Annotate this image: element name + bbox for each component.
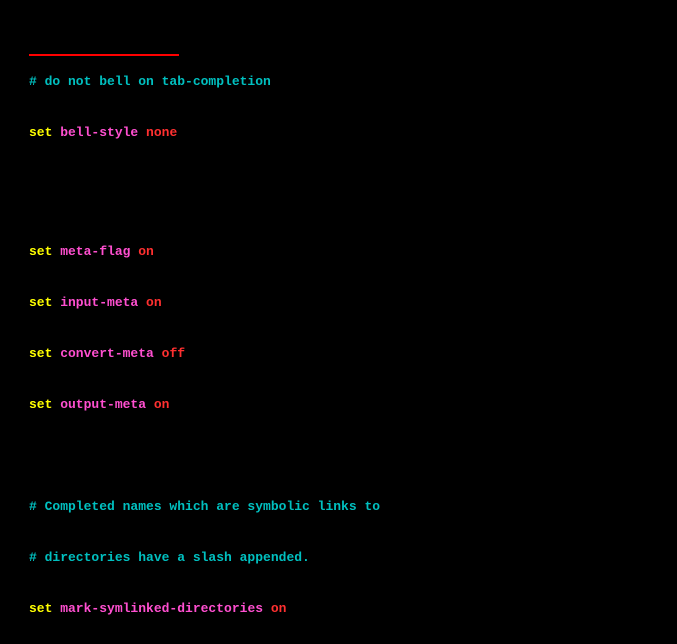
comment: # directories have a slash appended. xyxy=(29,550,310,565)
code-line: # directories have a slash appended. xyxy=(29,549,677,566)
keyword-set: set xyxy=(29,295,52,310)
value-on: on xyxy=(271,601,287,616)
comment: # Completed names which are symbolic lin… xyxy=(29,499,380,514)
keyword-set: set xyxy=(29,397,52,412)
option: input-meta xyxy=(52,295,138,310)
blank-line xyxy=(29,447,677,464)
comment: # do not bell on tab-completion xyxy=(29,74,271,89)
option: convert-meta xyxy=(52,346,153,361)
option: mark-symlinked-directories xyxy=(52,601,263,616)
code-line: # do not bell on tab-completion xyxy=(29,73,677,90)
blank-line xyxy=(29,192,677,209)
keyword-set: set xyxy=(29,125,52,140)
value-on: on xyxy=(154,397,170,412)
keyword-set: set xyxy=(29,346,52,361)
keyword-set: set xyxy=(29,244,52,259)
code-line: set bell-style none xyxy=(29,124,677,141)
code-line: set convert-meta off xyxy=(29,345,677,362)
value-off: off xyxy=(162,346,185,361)
option: bell-style xyxy=(52,125,138,140)
underline-highlight xyxy=(29,54,179,56)
option: meta-flag xyxy=(52,244,130,259)
code-line: set meta-flag on xyxy=(29,243,677,260)
value-on: on xyxy=(146,295,162,310)
code-line: set mark-symlinked-directories on xyxy=(29,600,677,617)
code-line: set input-meta on xyxy=(29,294,677,311)
option: output-meta xyxy=(52,397,146,412)
terminal-viewport[interactable]: # do not bell on tab-completion set bell… xyxy=(0,0,677,644)
keyword-set: set xyxy=(29,601,52,616)
code-line: set output-meta on xyxy=(29,396,677,413)
value-on: on xyxy=(138,244,154,259)
code-line: # Completed names which are symbolic lin… xyxy=(29,498,677,515)
value-none: none xyxy=(146,125,177,140)
